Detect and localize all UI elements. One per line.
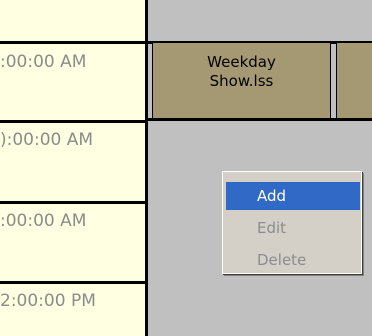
grid-line: [148, 118, 372, 121]
schedule-event-partial[interactable]: [336, 42, 372, 119]
time-column: :00:00 AM ):00:00 AM :00:00 AM 2:00:00 P…: [0, 0, 145, 336]
time-label: 2:00:00 PM: [0, 291, 96, 311]
schedule-grid[interactable]: Weekday Show.lss: [148, 0, 372, 336]
time-label: :00:00 AM: [0, 211, 87, 231]
event-title-line1: Weekday: [207, 53, 276, 71]
time-label: :00:00 AM: [0, 52, 87, 72]
event-title: Weekday Show.lss: [153, 53, 330, 91]
menu-item-edit[interactable]: Edit: [226, 214, 360, 242]
context-menu: Add Edit Delete: [222, 171, 362, 274]
time-label: ):00:00 AM: [0, 130, 94, 150]
menu-item-add[interactable]: Add: [226, 182, 360, 210]
menu-item-delete[interactable]: Delete: [226, 246, 360, 274]
event-title-line2: Show.lss: [209, 72, 274, 90]
schedule-event[interactable]: Weekday Show.lss: [152, 42, 331, 119]
